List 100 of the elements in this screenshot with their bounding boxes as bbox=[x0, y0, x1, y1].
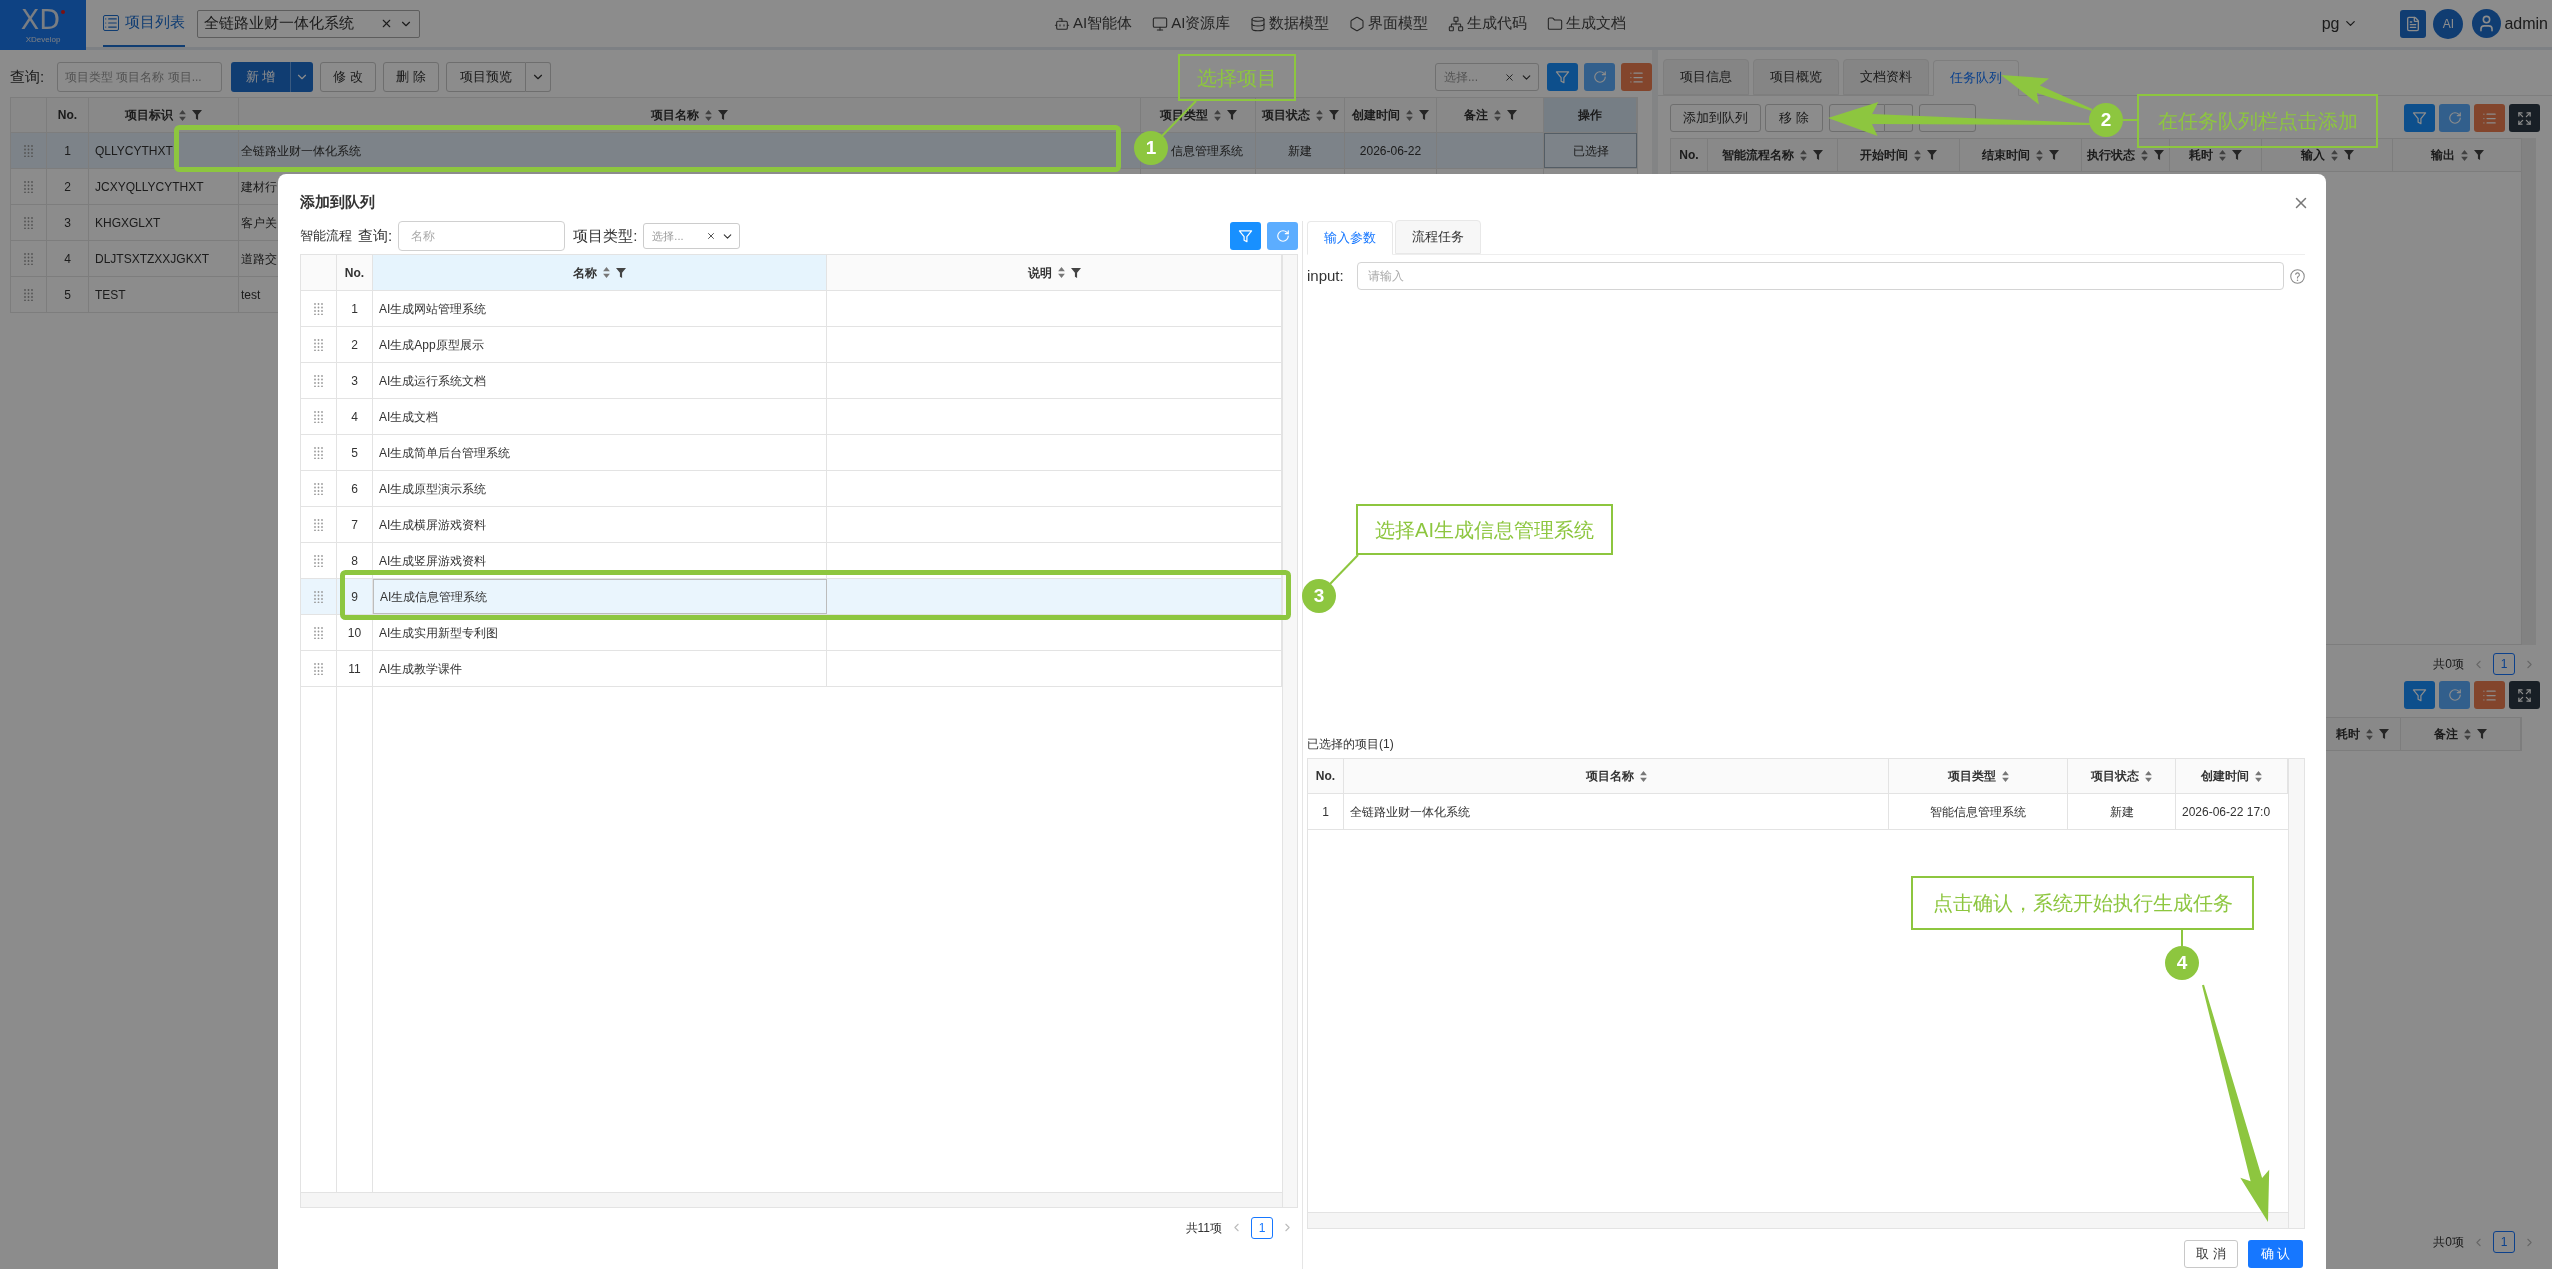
filter-icon[interactable] bbox=[718, 110, 728, 120]
dropdown-toggle[interactable] bbox=[290, 62, 313, 92]
clear-icon[interactable] bbox=[1504, 71, 1515, 83]
filter-icon[interactable] bbox=[2049, 150, 2059, 160]
nav-item[interactable]: AI智能体 bbox=[1054, 12, 1133, 35]
drag-handle-icon[interactable] bbox=[24, 216, 33, 229]
filter-icon[interactable] bbox=[192, 110, 202, 120]
scrollbar[interactable] bbox=[301, 1192, 1282, 1207]
table-header-cell[interactable]: 名称 bbox=[373, 255, 827, 290]
filter-icon[interactable] bbox=[1328, 110, 1339, 120]
table-row[interactable]: 1 AI生成网站管理系统 bbox=[301, 291, 1282, 327]
drag-handle-icon[interactable] bbox=[314, 626, 323, 639]
nav-item[interactable]: AI资源库 bbox=[1152, 12, 1231, 35]
table-row[interactable]: 11 AI生成教学课件 bbox=[301, 651, 1282, 687]
scrollbar[interactable] bbox=[1282, 255, 1297, 1207]
sort-icon[interactable] bbox=[2141, 149, 2148, 161]
sort-icon[interactable] bbox=[2461, 149, 2468, 161]
drag-handle-icon[interactable] bbox=[314, 338, 323, 351]
fullscreen-button[interactable] bbox=[2509, 681, 2540, 709]
dialog-tab[interactable]: 输入参数 bbox=[1307, 221, 1393, 255]
dialog-tab[interactable]: 流程任务 bbox=[1395, 220, 1481, 254]
filter-icon[interactable] bbox=[2232, 150, 2242, 160]
table-row[interactable]: 7 AI生成横屏游戏资料 bbox=[301, 507, 1282, 543]
table-row[interactable]: 5 AI生成简单后台管理系统 bbox=[301, 435, 1282, 471]
clear-icon[interactable] bbox=[706, 231, 717, 241]
drag-handle-icon[interactable] bbox=[314, 662, 323, 675]
drag-handle-icon[interactable] bbox=[24, 252, 33, 265]
toolbar-button[interactable]: 删 除 bbox=[383, 62, 439, 92]
sort-icon[interactable] bbox=[2464, 728, 2471, 740]
sort-icon[interactable] bbox=[2001, 770, 2009, 782]
drag-handle-icon[interactable] bbox=[314, 482, 323, 495]
toolbar-button[interactable]: 新 增 bbox=[231, 62, 290, 92]
sort-icon[interactable] bbox=[1800, 149, 1807, 161]
sort-icon[interactable] bbox=[1057, 267, 1065, 278]
page-number[interactable]: 1 bbox=[1251, 1216, 1273, 1239]
project-select[interactable]: 全链路业财一体化系统 bbox=[197, 9, 420, 38]
clear-icon[interactable] bbox=[380, 17, 393, 30]
drag-handle-icon[interactable] bbox=[314, 302, 323, 315]
drag-handle-icon[interactable] bbox=[24, 144, 33, 157]
confirm-button[interactable]: 确 认 bbox=[2248, 1240, 2303, 1268]
drag-handle-icon[interactable] bbox=[24, 180, 33, 193]
cancel-button[interactable]: 取 消 bbox=[2184, 1240, 2238, 1268]
sort-icon[interactable] bbox=[2366, 728, 2373, 740]
help-icon[interactable] bbox=[2290, 268, 2305, 284]
sort-icon[interactable] bbox=[2219, 149, 2226, 161]
toolbar-button[interactable]: 修 改 bbox=[320, 62, 376, 92]
type-select[interactable]: 选择... bbox=[643, 223, 741, 249]
nav-item[interactable]: 生成文档 bbox=[1547, 12, 1627, 35]
drag-handle-icon[interactable] bbox=[24, 288, 33, 301]
filter-icon[interactable] bbox=[2154, 150, 2164, 160]
database-selector[interactable]: pg bbox=[2321, 11, 2359, 36]
refresh-button[interactable] bbox=[2439, 104, 2470, 132]
refresh-button[interactable] bbox=[2439, 681, 2470, 709]
drag-handle-icon[interactable] bbox=[314, 554, 323, 567]
filter-button[interactable] bbox=[1230, 222, 1261, 250]
page-number[interactable]: 1 bbox=[2493, 653, 2515, 675]
sort-icon[interactable] bbox=[603, 267, 610, 278]
filter-icon[interactable] bbox=[2379, 729, 2389, 739]
panel-tab[interactable]: 项目概览 bbox=[1753, 59, 1839, 95]
sort-icon[interactable] bbox=[1639, 770, 1647, 782]
user-avatar-icon[interactable] bbox=[2472, 9, 2502, 38]
page-tab[interactable]: 项目列表 bbox=[103, 0, 185, 47]
filter-icon[interactable] bbox=[2477, 729, 2487, 739]
filter-button[interactable] bbox=[2404, 104, 2435, 132]
table-row[interactable]: 9 AI生成信息管理系统 bbox=[301, 579, 1282, 615]
filter-button[interactable] bbox=[2404, 681, 2435, 709]
filter-icon[interactable] bbox=[1813, 150, 1823, 160]
sort-icon[interactable] bbox=[1493, 109, 1501, 121]
filter-icon[interactable] bbox=[1226, 110, 1237, 120]
sort-icon[interactable] bbox=[2036, 149, 2043, 161]
fullscreen-button[interactable] bbox=[2509, 104, 2540, 132]
input-field[interactable]: 请输入 bbox=[1357, 262, 2284, 290]
drag-handle-icon[interactable] bbox=[314, 374, 323, 387]
toolbar-button[interactable]: 移 除 bbox=[1765, 104, 1823, 132]
drag-handle-icon[interactable] bbox=[314, 590, 323, 603]
scrollbar[interactable] bbox=[1308, 1212, 2288, 1228]
drag-handle-icon[interactable] bbox=[314, 446, 323, 459]
filter-icon[interactable] bbox=[1927, 150, 1937, 160]
sort-icon[interactable] bbox=[1406, 109, 1413, 121]
table-row[interactable]: 2 AI生成App原型展示 bbox=[301, 327, 1282, 363]
sort-icon[interactable] bbox=[705, 109, 712, 121]
document-button[interactable] bbox=[2400, 9, 2427, 38]
user-name[interactable]: admin bbox=[2504, 11, 2548, 36]
dropdown-toggle[interactable] bbox=[526, 62, 551, 92]
drag-handle-icon[interactable] bbox=[314, 410, 323, 423]
sort-icon[interactable] bbox=[2330, 149, 2338, 161]
panel-tab[interactable]: 文档资料 bbox=[1843, 59, 1929, 95]
sort-icon[interactable] bbox=[1315, 109, 1323, 121]
name-search-field[interactable]: 名称 bbox=[398, 221, 566, 251]
page-number[interactable]: 1 bbox=[2493, 1231, 2515, 1253]
nav-item[interactable]: 数据模型 bbox=[1250, 12, 1330, 35]
scrollbar[interactable] bbox=[2288, 759, 2304, 1228]
toolbar-button[interactable]: 添加到队列 bbox=[1670, 104, 1761, 132]
table-row[interactable]: 3 AI生成运行系统文档 bbox=[301, 363, 1282, 399]
filter-icon[interactable] bbox=[1506, 110, 1517, 120]
nav-item[interactable]: 生成代码 bbox=[1448, 12, 1528, 35]
sort-icon[interactable] bbox=[1914, 149, 1921, 161]
drag-handle-icon[interactable] bbox=[314, 518, 323, 531]
sort-icon[interactable] bbox=[2255, 770, 2262, 782]
refresh-button[interactable] bbox=[1584, 63, 1615, 91]
